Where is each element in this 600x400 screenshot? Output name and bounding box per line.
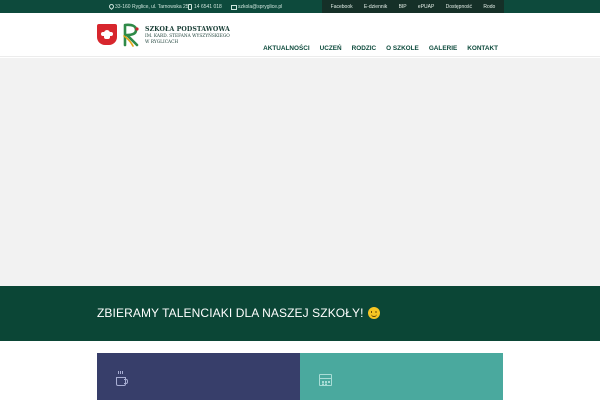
phone-icon — [187, 4, 192, 10]
hero-slider[interactable] — [0, 58, 600, 286]
phone-item[interactable]: 14 6541 018 — [187, 0, 222, 13]
link-bip[interactable]: BIP — [399, 4, 407, 10]
calendar-icon — [319, 374, 332, 386]
coffee-cup-icon — [116, 374, 128, 386]
nav-o-szkole[interactable]: O SZKOLE — [386, 45, 419, 52]
nav-uczen[interactable]: UCZEŃ — [320, 45, 342, 52]
link-rodo[interactable]: Rodo — [483, 4, 495, 10]
polish-emblem-logo[interactable] — [97, 24, 117, 45]
card-calendar[interactable] — [300, 353, 503, 400]
eagle-icon — [101, 29, 113, 41]
banner-text: ZBIERAMY TALENCIAKI DLA NASZEJ SZKOŁY! — [97, 306, 364, 320]
site-header: SZKOŁA PODSTAWOWA IM. KARD. STEFANA WYSZ… — [0, 13, 600, 57]
top-links: Facebook E-dziennik BIP ePUAP Dostępność… — [322, 0, 504, 13]
school-name-line2: IM. KARD. STEFANA WYSZYŃSKIEGO — [145, 34, 230, 39]
link-epuap[interactable]: ePUAP — [418, 4, 434, 10]
announcement-banner[interactable]: ZBIERAMY TALENCIAKI DLA NASZEJ SZKOŁY! — [0, 286, 600, 341]
address-text: 33-160 Ryglice, ul. Tarnowska 25 — [115, 3, 189, 10]
top-bar: 33-160 Ryglice, ul. Tarnowska 25 14 6541… — [0, 0, 600, 13]
phone-text[interactable]: 14 6541 018 — [194, 4, 222, 10]
smile-emoji-icon — [367, 307, 380, 319]
mail-icon — [231, 4, 237, 10]
school-monogram-logo[interactable] — [121, 22, 143, 48]
link-facebook[interactable]: Facebook — [331, 4, 353, 10]
nav-aktualnosci[interactable]: AKTUALNOŚCI — [263, 45, 310, 52]
nav-rodzic[interactable]: RODZIC — [352, 45, 377, 52]
banner-text-wrap: ZBIERAMY TALENCIAKI DLA NASZEJ SZKOŁY! — [97, 306, 380, 320]
school-name-line3: W RYGLICACH — [145, 40, 179, 45]
school-name[interactable]: SZKOŁA PODSTAWOWA IM. KARD. STEFANA WYSZ… — [145, 26, 245, 45]
school-name-line1: SZKOŁA PODSTAWOWA — [145, 26, 230, 33]
nav-galerie[interactable]: GALERIE — [429, 45, 457, 52]
link-e-dziennik[interactable]: E-dziennik — [364, 4, 387, 10]
map-pin-icon — [108, 4, 113, 9]
link-dostepnosc[interactable]: Dostępność — [446, 4, 472, 10]
nav-kontakt[interactable]: KONTAKT — [467, 45, 498, 52]
card-coffee[interactable] — [97, 353, 300, 400]
address-item: 33-160 Ryglice, ul. Tarnowska 25 — [108, 0, 189, 13]
email-item[interactable]: szkola@spryglice.pl — [231, 0, 282, 13]
email-text[interactable]: szkola@spryglice.pl — [238, 4, 282, 10]
